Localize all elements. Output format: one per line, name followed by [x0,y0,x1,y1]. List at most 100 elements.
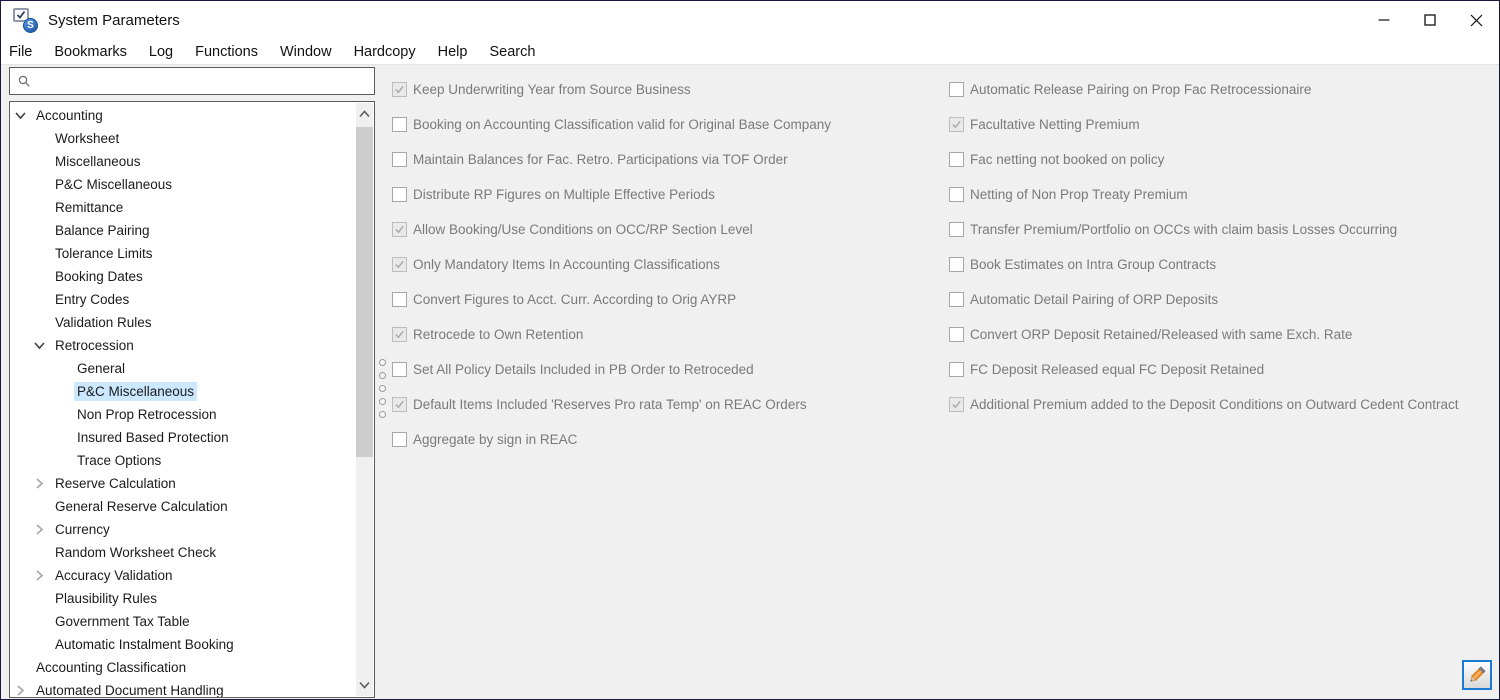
chevron-right-icon [33,523,46,536]
chevron-right-icon [33,569,46,582]
tree-item[interactable]: Non Prop Retrocession [10,403,356,426]
parameter-row: Additional Premium added to the Deposit … [949,387,1494,422]
tree-item-label: Currency [52,520,113,539]
tree-item-label: Remittance [52,198,126,217]
parameter-row: Netting of Non Prop Treaty Premium [949,177,1494,212]
tree-item[interactable]: Currency [10,518,356,541]
maximize-icon [1424,14,1436,26]
tree-item[interactable]: Validation Rules [10,311,356,334]
menu-search[interactable]: Search [478,39,546,65]
checkbox-label: Convert Figures to Acct. Curr. According… [413,292,736,307]
tree-item[interactable]: Retrocession [10,334,356,357]
check-icon [394,399,405,410]
tree-item[interactable]: Plausibility Rules [10,587,356,610]
tree-item-label: Plausibility Rules [52,589,160,608]
tree-item[interactable]: General [10,357,356,380]
search-input[interactable] [37,68,374,94]
checkbox[interactable] [392,187,407,202]
menu-hardcopy[interactable]: Hardcopy [343,39,427,65]
checkbox[interactable] [392,432,407,447]
pencil-icon [1467,665,1487,685]
menu-functions[interactable]: Functions [184,39,269,65]
checkbox[interactable] [949,257,964,272]
parameter-row: Book Estimates on Intra Group Contracts [949,247,1494,282]
tree-item[interactable]: Tolerance Limits [10,242,356,265]
tree-item[interactable]: P&C Miscellaneous [10,173,356,196]
tree-item[interactable]: Automatic Instalment Booking [10,633,356,656]
checkbox[interactable] [949,152,964,167]
checkbox-label: Set All Policy Details Included in PB Or… [413,362,754,377]
checkbox [392,257,407,272]
checkbox [392,327,407,342]
tree-item[interactable]: Remittance [10,196,356,219]
checkbox[interactable] [949,327,964,342]
check-icon [394,329,405,340]
checkbox-label: Netting of Non Prop Treaty Premium [970,187,1188,202]
tree-item[interactable]: Accounting [10,104,356,127]
minimize-button[interactable] [1361,1,1407,39]
tree: AccountingWorksheetMiscellaneousP&C Misc… [10,104,356,698]
grip-dot [379,359,386,366]
parameter-row: Convert ORP Deposit Retained/Released wi… [949,317,1494,352]
panel-splitter-grip[interactable] [378,359,386,418]
grip-dot [379,385,386,392]
tree-item-label: Accuracy Validation [52,566,176,585]
checkbox[interactable] [949,187,964,202]
close-button[interactable] [1453,1,1499,39]
tree-item[interactable]: Entry Codes [10,288,356,311]
tree-item[interactable]: Insured Based Protection [10,426,356,449]
edit-button[interactable] [1462,660,1492,690]
window-title: System Parameters [48,12,180,29]
parameter-row: Maintain Balances for Fac. Retro. Partic… [392,142,937,177]
tree-item[interactable]: Trace Options [10,449,356,472]
chevron-right-icon [33,477,46,490]
checkbox[interactable] [949,362,964,377]
menu-log[interactable]: Log [138,39,184,65]
tree-item[interactable]: Balance Pairing [10,219,356,242]
search-box [9,67,375,95]
checkbox[interactable] [392,152,407,167]
tree-item[interactable]: Random Worksheet Check [10,541,356,564]
checkbox[interactable] [392,362,407,377]
tree-item-label: General Reserve Calculation [52,497,231,516]
checkbox[interactable] [949,222,964,237]
checkbox[interactable] [392,117,407,132]
checkbox-label: Additional Premium added to the Deposit … [970,397,1459,412]
checkbox-label: Book Estimates on Intra Group Contracts [970,257,1216,272]
tree-scrollbar[interactable] [356,103,373,696]
tree-item[interactable]: P&C Miscellaneous [10,380,356,403]
scroll-up-button[interactable] [356,103,373,125]
parameter-row: Booking on Accounting Classification val… [392,107,937,142]
parameter-row: Automatic Detail Pairing of ORP Deposits [949,282,1494,317]
grip-dot [379,372,386,379]
scroll-down-button[interactable] [356,674,373,696]
checkbox[interactable] [949,292,964,307]
parameter-row: Distribute RP Figures on Multiple Effect… [392,177,937,212]
minimize-icon [1378,14,1390,26]
tree-item[interactable]: Reserve Calculation [10,472,356,495]
menu-window[interactable]: Window [269,39,343,65]
tree-item-label: P&C Miscellaneous [74,382,197,401]
tree-item[interactable]: Accuracy Validation [10,564,356,587]
tree-item[interactable]: Miscellaneous [10,150,356,173]
tree-item[interactable]: Worksheet [10,127,356,150]
tree-item-label: Worksheet [52,129,122,148]
tree-item[interactable]: Accounting Classification [10,656,356,679]
menu-file[interactable]: File [1,39,43,65]
checkbox[interactable] [949,82,964,97]
menu-bar: FileBookmarksLogFunctionsWindowHardcopyH… [1,39,1499,65]
tree-item[interactable]: Government Tax Table [10,610,356,633]
tree-item[interactable]: General Reserve Calculation [10,495,356,518]
tree-item[interactable]: Booking Dates [10,265,356,288]
checkbox[interactable] [392,292,407,307]
check-icon [951,399,962,410]
checkbox [392,222,407,237]
scrollbar-thumb[interactable] [356,127,373,457]
maximize-button[interactable] [1407,1,1453,39]
checkbox-label: Allow Booking/Use Conditions on OCC/RP S… [413,222,753,237]
chevron-down-icon [33,339,46,352]
parameter-row: Only Mandatory Items In Accounting Class… [392,247,937,282]
menu-bookmarks[interactable]: Bookmarks [43,39,138,65]
tree-item[interactable]: Automated Document Handling [10,679,356,698]
menu-help[interactable]: Help [427,39,479,65]
